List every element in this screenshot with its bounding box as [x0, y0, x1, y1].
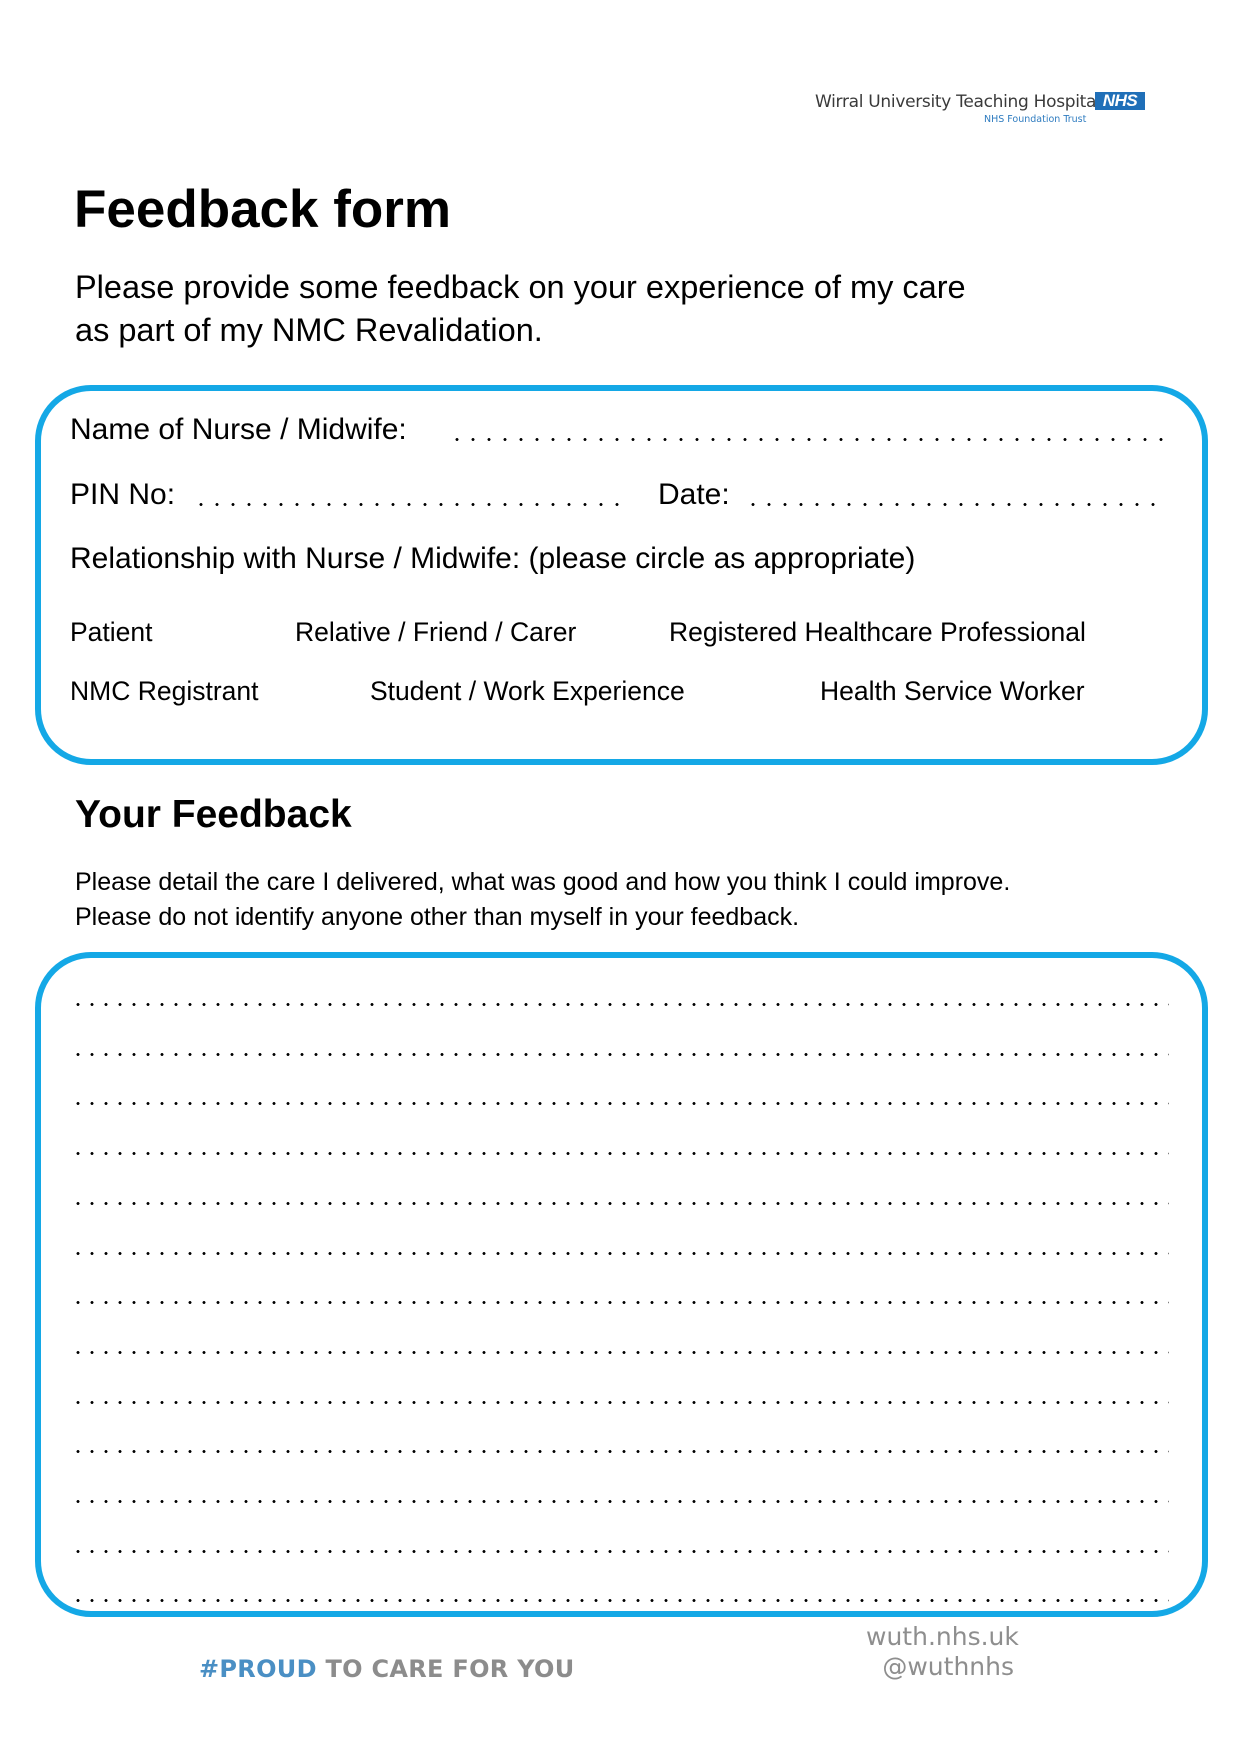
feedback-instruction-line-2: Please do not identify anyone other than…: [75, 903, 800, 931]
twitter-handle[interactable]: @wuthnhs: [866, 1652, 1014, 1682]
organisation-name: Wirral University Teaching Hospital: [815, 92, 1101, 112]
feedback-heading: Your Feedback: [75, 793, 352, 836]
relationship-option-relative[interactable]: Relative / Friend / Carer: [295, 616, 576, 648]
relationship-option-health-service-worker[interactable]: Health Service Worker: [820, 675, 1085, 707]
feedback-writing-line[interactable]: [71, 1549, 1169, 1553]
feedback-writing-line[interactable]: [71, 1251, 1169, 1255]
date-field[interactable]: [745, 503, 1165, 506]
relationship-label: Relationship with Nurse / Midwife: (plea…: [70, 542, 916, 575]
date-label: Date:: [658, 478, 730, 511]
relationship-option-nmc-registrant[interactable]: NMC Registrant: [70, 675, 259, 707]
pin-label: PIN No:: [70, 478, 176, 511]
pin-field[interactable]: [193, 503, 625, 506]
intro-line-2: as part of my NMC Revalidation.: [75, 312, 543, 348]
website-link[interactable]: wuth.nhs.uk: [866, 1622, 1019, 1652]
feedback-writing-line[interactable]: [71, 1400, 1169, 1404]
relationship-option-student[interactable]: Student / Work Experience: [370, 675, 685, 707]
feedback-writing-line[interactable]: [71, 1003, 1169, 1006]
feedback-writing-line[interactable]: [71, 1152, 1169, 1156]
proud-to-care-tagline: #PROUD TO CARE FOR YOU: [199, 1655, 575, 1683]
feedback-writing-line[interactable]: [71, 1201, 1169, 1205]
name-label: Name of Nurse / Midwife:: [70, 413, 407, 446]
trust-name: NHS Foundation Trust: [984, 114, 1087, 125]
nhs-logo-badge: NHS: [1095, 92, 1145, 110]
intro-text: Please provide some feedback on your exp…: [75, 266, 966, 352]
intro-line-1: Please provide some feedback on your exp…: [75, 269, 966, 305]
page-title: Feedback form: [74, 180, 452, 239]
feedback-writing-line[interactable]: [71, 1500, 1169, 1503]
feedback-writing-line[interactable]: [71, 1450, 1169, 1454]
feedback-instruction-line-1: Please detail the care I delivered, what…: [75, 868, 1011, 896]
relationship-option-patient[interactable]: Patient: [70, 616, 153, 648]
feedback-writing-line[interactable]: [71, 1102, 1169, 1106]
feedback-writing-line[interactable]: [71, 1599, 1169, 1603]
feedback-writing-line[interactable]: [71, 1301, 1169, 1305]
feedback-instructions: Please detail the care I delivered, what…: [75, 865, 1010, 935]
feedback-writing-line[interactable]: [71, 1350, 1169, 1354]
tagline-rest: TO CARE FOR YOU: [316, 1655, 575, 1683]
feedback-writing-line[interactable]: [71, 1052, 1169, 1056]
tagline-highlight: #PROUD: [199, 1655, 317, 1683]
footer-contact: wuth.nhs.uk @wuthnhs: [866, 1622, 1019, 1682]
relationship-option-healthcare-professional[interactable]: Registered Healthcare Professional: [669, 616, 1086, 648]
name-field[interactable]: [449, 438, 1165, 441]
